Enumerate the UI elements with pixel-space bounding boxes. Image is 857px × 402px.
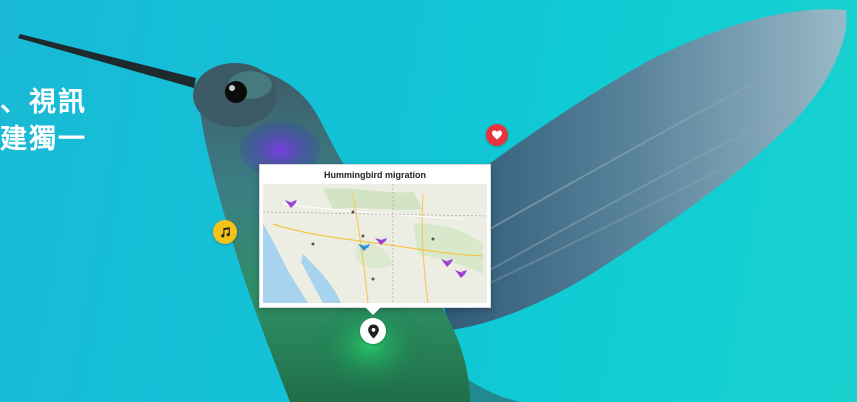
location-pin[interactable] <box>360 318 386 344</box>
music-note-icon <box>220 226 230 237</box>
map-graphic <box>263 184 487 303</box>
map-marker-icon <box>367 324 379 338</box>
hero-headline-line-1: 、視訊 <box>0 87 87 118</box>
map-popup-card[interactable]: Hummingbird migration <box>259 164 491 315</box>
hero-headline-line-2: 建獨一 <box>0 124 87 155</box>
hero-headline: 、視訊 建獨一 <box>0 84 87 158</box>
hero-banner: 、視訊 建獨一 Hummingbird migration <box>0 0 857 402</box>
heart-icon <box>492 130 502 140</box>
map-title: Hummingbird migration <box>324 170 426 180</box>
music-pin[interactable] <box>213 220 237 244</box>
heart-pin[interactable] <box>486 124 508 146</box>
migration-map[interactable] <box>263 184 487 303</box>
